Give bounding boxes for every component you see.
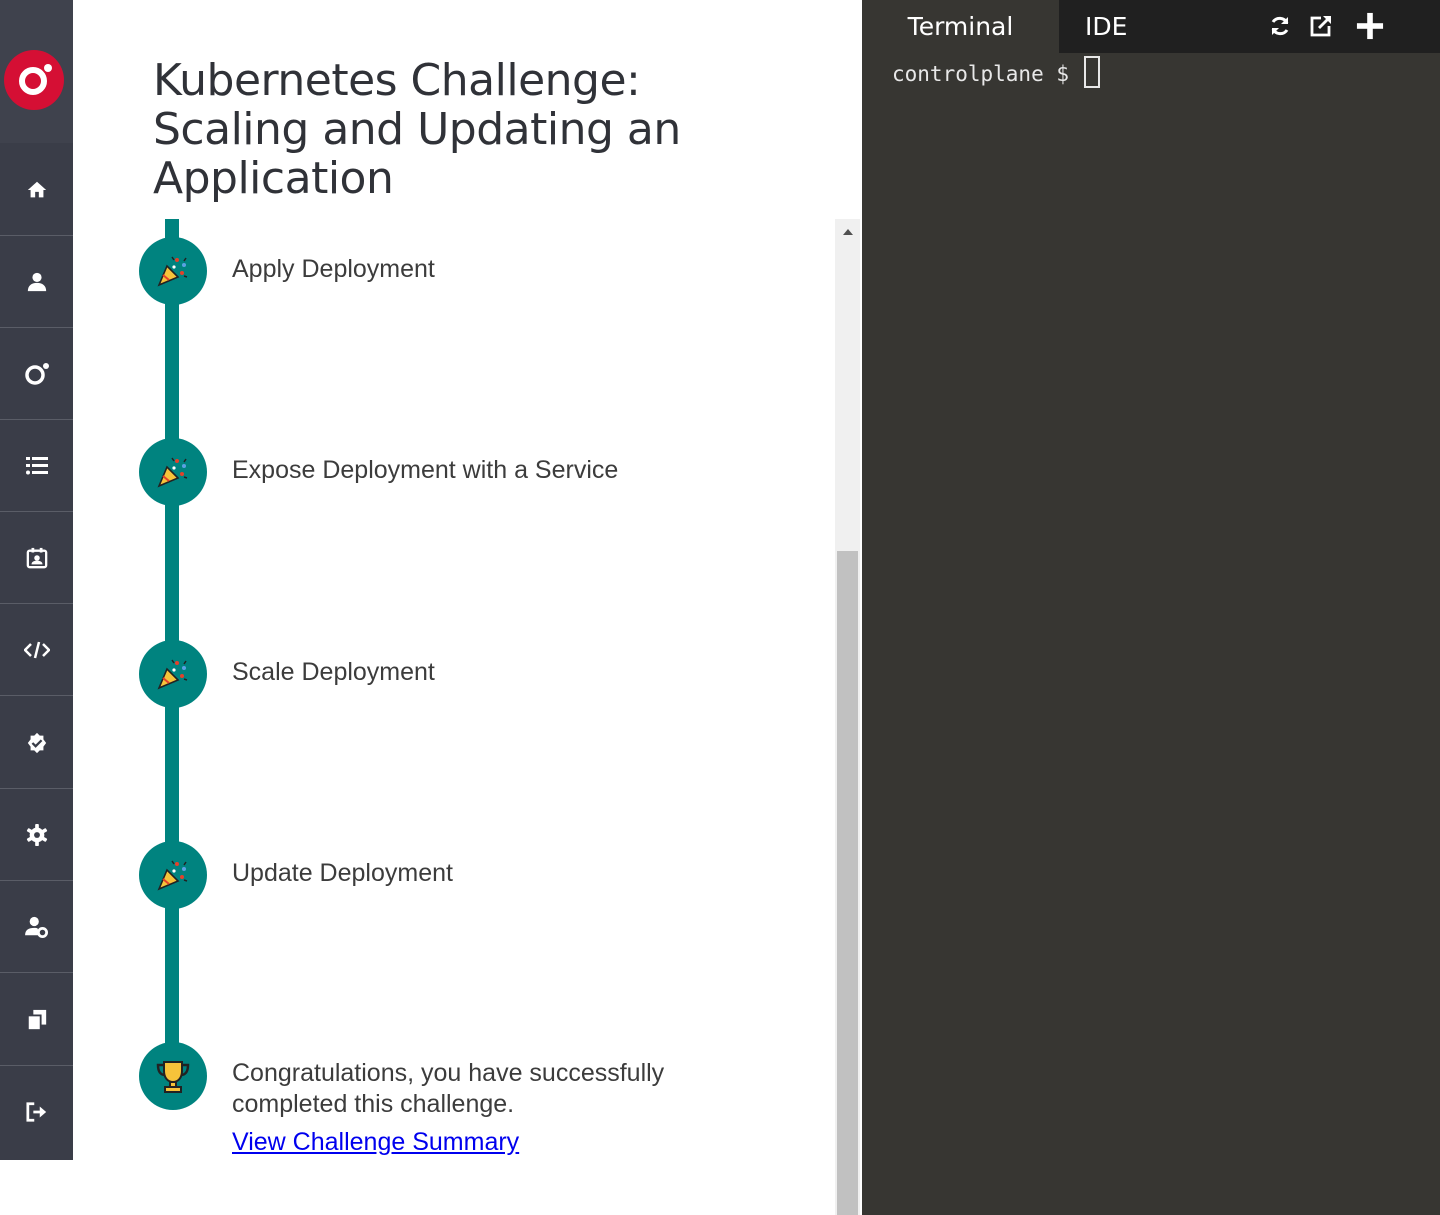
view-challenge-summary-link[interactable]: View Challenge Summary [232,1127,519,1158]
tab-ide[interactable]: IDE [1085,0,1127,53]
sidebar-item-schedule[interactable] [0,512,73,604]
party-popper-icon [157,457,188,488]
user-icon [27,272,46,291]
sign-out-icon [25,1101,46,1122]
plus-icon [1356,12,1384,40]
sidebar-item-documents[interactable] [0,974,73,1066]
sidebar-item-home[interactable] [0,144,73,236]
step-status-circle [139,1042,207,1110]
home-icon [27,181,46,197]
sidebar-item-account-settings[interactable] [0,881,73,973]
terminal-cursor [1083,56,1100,88]
challenge-timeline: Apply Deployment Expose Deployment with … [73,219,835,1215]
logo-ring-icon [19,64,52,95]
user-gear-icon [24,916,48,938]
sidebar-panel [0,0,73,1160]
external-link-icon [1310,16,1331,37]
step-status-circle [139,841,207,909]
sidebar [0,0,73,1215]
step-status-circle [139,438,207,506]
documents-icon [26,1009,46,1031]
step-label: Scale Deployment [232,658,435,686]
scroll-up-button[interactable] [835,219,860,244]
step-status-circle [139,237,207,305]
party-popper-icon [157,659,188,690]
sidebar-item-settings[interactable] [0,789,73,881]
step-label: Apply Deployment [232,255,435,283]
timeline-scrollbar[interactable] [835,219,860,1215]
logo-ring-icon [24,362,49,385]
refresh-button[interactable] [1266,12,1294,40]
step-label: Expose Deployment with a Service [232,456,619,484]
step-status-circle [139,640,207,708]
page-title: Kubernetes Challenge: Scaling and Updati… [153,55,681,204]
terminal-panel: Terminal IDE controlplane $ [862,0,1440,1215]
step-label: Update Deployment [232,859,453,887]
sidebar-item-challenges[interactable] [0,328,73,420]
brand-logo[interactable] [4,50,64,110]
code-icon [23,641,50,658]
sidebar-item-profile[interactable] [0,236,73,328]
party-popper-icon [157,860,188,891]
party-popper-icon [157,256,188,287]
completion-message-block: Congratulations, you have successfully c… [232,1058,752,1158]
gear-icon [26,823,47,846]
refresh-icon [1271,16,1289,36]
calendar-user-icon [26,547,47,568]
timeline-rail [165,219,179,1049]
terminal-tabbar: Terminal IDE [862,0,1440,53]
badge-check-icon [27,732,46,753]
sidebar-item-code[interactable] [0,604,73,696]
sidebar-item-logout[interactable] [0,1066,73,1157]
challenge-panel: Kubernetes Challenge: Scaling and Updati… [73,0,862,1215]
terminal-output[interactable]: controlplane $ [892,56,1100,88]
sidebar-item-certifications[interactable] [0,697,73,789]
terminal-prompt: controlplane $ [892,62,1082,86]
tab-terminal[interactable]: Terminal [862,0,1059,53]
sidebar-item-list[interactable] [0,420,73,512]
open-external-button[interactable] [1307,12,1335,40]
list-icon [25,456,48,474]
logo-cell [0,0,73,143]
new-terminal-button[interactable] [1356,12,1384,40]
scrollbar-thumb[interactable] [837,551,858,1215]
caret-up-icon [842,228,853,235]
completion-message: Congratulations, you have successfully c… [232,1059,665,1118]
trophy-icon [156,1061,190,1093]
